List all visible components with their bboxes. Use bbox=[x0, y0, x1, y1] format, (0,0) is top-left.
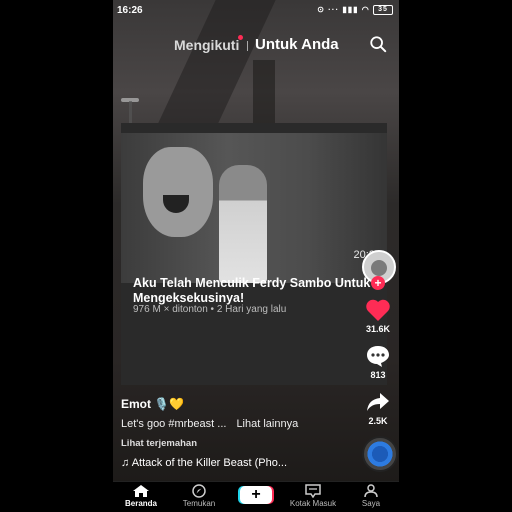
create-plus-button[interactable]: + bbox=[240, 486, 272, 504]
share-count: 2.5K bbox=[368, 416, 388, 426]
comment-count: 813 bbox=[370, 370, 386, 380]
like-count: 31.6K bbox=[365, 324, 391, 334]
video-title: Aku Telah Menculik Ferdy Sambo Untuk Men… bbox=[133, 276, 371, 305]
follow-plus-button[interactable]: + bbox=[371, 276, 385, 290]
tiktok-screen: 16:26 ⊙ ··· ▮▮▮ ◠ 35 Mengikuti Untuk And… bbox=[113, 0, 399, 512]
see-more-link[interactable]: Lihat lainnya bbox=[236, 418, 298, 430]
inbox-icon bbox=[305, 484, 321, 498]
nav-profile[interactable]: Saya bbox=[343, 484, 399, 508]
tab-for-you[interactable]: Untuk Anda bbox=[255, 36, 339, 53]
nav-home[interactable]: Beranda bbox=[113, 484, 169, 508]
comment-icon bbox=[367, 346, 389, 367]
nav-inbox[interactable]: Kotak Masuk bbox=[285, 484, 341, 508]
heart-icon bbox=[366, 299, 390, 321]
translate-link[interactable]: Lihat terjemahan bbox=[121, 438, 197, 449]
profile-icon bbox=[364, 484, 378, 498]
battery-icon: 35 bbox=[373, 5, 393, 15]
tab-divider bbox=[247, 41, 248, 51]
caption-text: Let's goo #mrbeast ... bbox=[121, 418, 227, 430]
music-disc-icon[interactable] bbox=[362, 436, 398, 472]
like-button[interactable]: 31.6K bbox=[356, 298, 399, 334]
top-nav: Mengikuti Untuk Anda bbox=[113, 34, 399, 56]
share-arrow-icon bbox=[367, 393, 389, 411]
signal-icons: ⊙ ··· ▮▮▮ ◠ bbox=[317, 5, 370, 15]
nav-discover[interactable]: Temukan bbox=[171, 484, 227, 508]
notification-dot bbox=[238, 35, 243, 40]
author-name[interactable]: Emot 🎙️💛 bbox=[121, 397, 184, 411]
status-bar: 16:26 ⊙ ··· ▮▮▮ ◠ 35 bbox=[113, 0, 399, 20]
compass-icon bbox=[192, 484, 206, 498]
share-button[interactable]: 2.5K bbox=[356, 390, 399, 426]
nav-profile-label: Saya bbox=[361, 499, 381, 508]
home-icon bbox=[133, 485, 149, 497]
avatar-figure bbox=[371, 260, 387, 276]
bottom-nav: Beranda Temukan + Kotak Masuk Saya bbox=[113, 481, 399, 512]
thumbnail-image bbox=[121, 133, 387, 283]
caption: Let's goo #mrbeast ... Lihat lainnya bbox=[121, 418, 298, 430]
tab-following[interactable]: Mengikuti bbox=[174, 37, 239, 53]
status-icons: ⊙ ··· ▮▮▮ ◠ 35 bbox=[317, 5, 393, 15]
comment-button[interactable]: 813 bbox=[356, 344, 399, 380]
music-title[interactable]: ♫ Attack of the Killer Beast (Pho... bbox=[121, 457, 287, 469]
masked-person bbox=[219, 165, 267, 283]
shouting-face bbox=[143, 147, 213, 237]
video-meta: 976 M × ditonton • 2 Hari yang lalu bbox=[133, 304, 287, 315]
search-icon[interactable] bbox=[369, 35, 387, 53]
status-time: 16:26 bbox=[117, 5, 143, 16]
nav-discover-label: Temukan bbox=[182, 499, 216, 508]
video-thumbnail-card[interactable]: 20:22 Aku Telah Menculik Ferdy Sambo Unt… bbox=[121, 123, 387, 385]
nav-inbox-label: Kotak Masuk bbox=[289, 499, 337, 508]
nav-home-label: Beranda bbox=[124, 499, 157, 508]
